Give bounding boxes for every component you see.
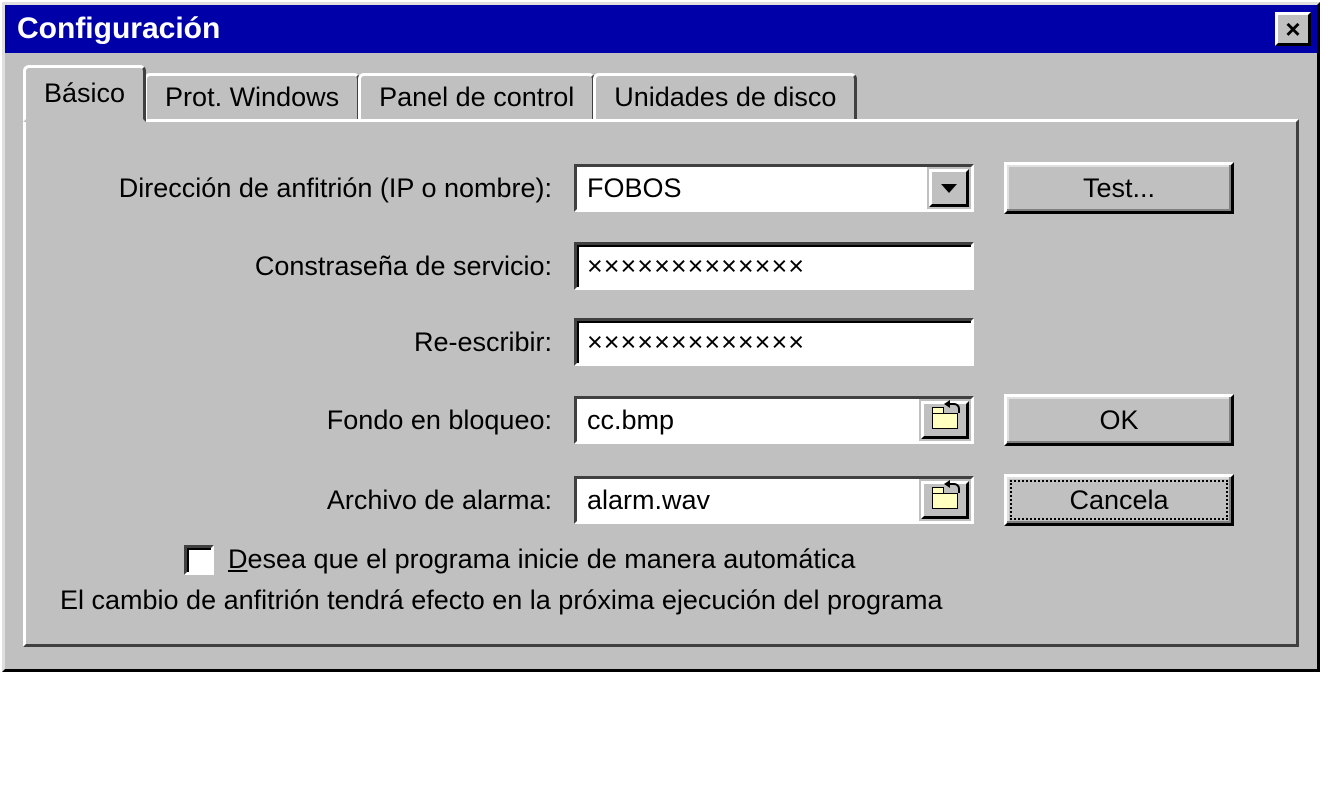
password-input[interactable]: ××××××××××××× [574, 242, 974, 290]
close-icon: × [1285, 16, 1300, 42]
autostart-label[interactable]: Desea que el programa inicie de manera a… [228, 544, 855, 575]
lockbg-browse-button[interactable] [921, 401, 969, 439]
lockbg-file-field: cc.bmp [574, 396, 974, 444]
tab-unidades-disco[interactable]: Unidades de disco [593, 73, 857, 119]
tab-prot-windows[interactable]: Prot. Windows [144, 73, 360, 119]
tab-panel-control[interactable]: Panel de control [358, 73, 595, 119]
config-window: Configuración × Básico Prot. Windows Pan… [2, 2, 1320, 672]
client-area: Básico Prot. Windows Panel de control Un… [5, 53, 1317, 669]
titlebar: Configuración × [5, 5, 1317, 53]
folder-open-icon [932, 491, 958, 509]
test-button[interactable]: Test... [1004, 162, 1234, 214]
alarm-browse-button[interactable] [921, 481, 969, 519]
window-title: Configuración [17, 12, 220, 46]
alarm-file-value[interactable]: alarm.wav [577, 479, 919, 521]
autostart-checkbox[interactable] [184, 545, 214, 575]
host-combo[interactable]: FOBOS [574, 164, 974, 212]
tab-panel-basico: Dirección de anfitrión (IP o nombre): FO… [23, 119, 1299, 647]
chevron-down-icon [941, 184, 957, 193]
alarm-file-field: alarm.wav [574, 476, 974, 524]
tab-basico[interactable]: Básico [23, 65, 146, 122]
label-host: Dirección de anfitrión (IP o nombre): [54, 173, 574, 204]
host-combo-dropdown-button[interactable] [929, 169, 969, 207]
tab-strip: Básico Prot. Windows Panel de control Un… [23, 65, 1299, 119]
label-alarm: Archivo de alarma: [54, 485, 574, 516]
lockbg-file-value[interactable]: cc.bmp [577, 399, 919, 441]
label-rewrite: Re-escribir: [54, 327, 574, 358]
host-combo-value[interactable]: FOBOS [577, 167, 927, 209]
host-change-note: El cambio de anfitrión tendrá efecto en … [54, 585, 1268, 616]
folder-open-icon [932, 411, 958, 429]
cancel-button[interactable]: Cancela [1004, 474, 1234, 526]
label-lockbg: Fondo en bloqueo: [54, 405, 574, 436]
close-button[interactable]: × [1275, 12, 1311, 46]
rewrite-input[interactable]: ××××××××××××× [574, 318, 974, 366]
label-password: Constraseña de servicio: [54, 251, 574, 282]
autostart-row: Desea que el programa inicie de manera a… [184, 544, 1268, 575]
ok-button[interactable]: OK [1004, 394, 1234, 446]
